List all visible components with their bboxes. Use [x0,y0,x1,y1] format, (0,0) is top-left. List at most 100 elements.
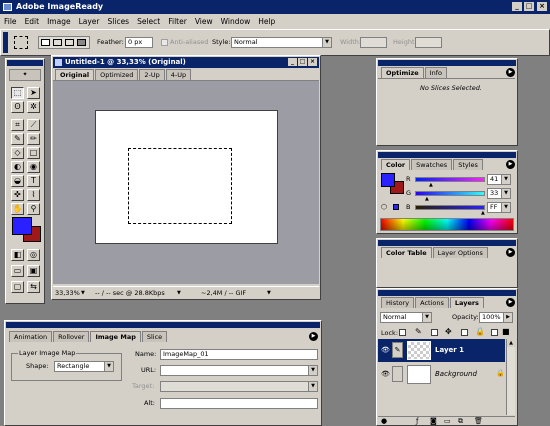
lock-move-icon[interactable]: ✥ [445,327,452,336]
menu-filter[interactable]: Filter [164,14,191,29]
link-box[interactable] [392,366,403,382]
hand-tool-icon[interactable]: ✋ [11,203,24,215]
style-select[interactable]: Normal ▼ [231,37,332,48]
height-input[interactable] [415,37,442,48]
tab-color[interactable]: Color [381,159,411,170]
zoom-level[interactable]: 33,33% [55,289,80,298]
target-input[interactable]: ▼ [160,381,318,392]
eraser-icon[interactable]: ◇ [11,147,24,159]
tab-slice[interactable]: Slice [141,331,168,342]
url-input[interactable]: ▼ [160,365,318,376]
lasso-tool-icon[interactable]: ʘ [11,101,24,113]
maximize-icon[interactable]: □ [524,2,534,11]
file-size[interactable]: ~2,4M / -- GIF [201,289,246,298]
tab-2-up[interactable]: 2-Up [139,69,165,80]
standard-mode-icon[interactable]: ◧ [11,249,24,261]
layer-style-icon[interactable]: ● [381,417,387,425]
adobe-logo-icon[interactable]: ✦ [9,69,41,81]
menu-help[interactable]: Help [254,14,279,29]
intersect-selection-icon[interactable] [77,39,86,46]
slice-tool-icon[interactable]: ⟋ [27,119,40,131]
menu-view[interactable]: View [191,14,217,29]
close-icon[interactable]: × [537,2,547,11]
marquee-preset-icon[interactable] [14,36,28,49]
pencil-icon[interactable]: ✏ [27,133,40,145]
feather-input[interactable]: 0 px [125,37,153,48]
tab-layers[interactable]: Layers [449,297,484,308]
paint-bucket-icon[interactable]: ◉ [27,161,40,173]
marquee-tool-icon[interactable]: ⬚ [11,87,24,99]
subtract-selection-icon[interactable] [65,39,74,46]
doc-minimize-icon[interactable]: _ [288,58,297,66]
tab-4-up[interactable]: 4-Up [165,69,192,80]
scroll-up-icon[interactable]: ▲ [507,339,515,347]
hand-crop-icon[interactable]: ✜ [11,189,24,201]
channel-b-input[interactable]: FF ▼ [487,202,511,213]
filesize-menu-chevron-icon[interactable]: ▼ [267,289,271,298]
gamut-warning-icon[interactable]: ⬡ [381,203,387,211]
quickmask-mode-icon[interactable]: ◎ [27,249,40,261]
width-input[interactable] [360,37,387,48]
move-tool-icon[interactable]: ➤ [27,87,40,99]
brush-link-icon[interactable]: ✎ [392,342,403,358]
tab-history[interactable]: History [381,297,415,308]
lock-all-box[interactable] [461,329,468,336]
tab-swatches[interactable]: Swatches [411,159,453,170]
doc-close-icon[interactable]: × [308,58,317,66]
minimize-icon[interactable]: _ [512,2,522,11]
lock-pixels-icon[interactable]: ✎ [415,327,422,336]
crop-tool-icon[interactable]: ⌗ [11,119,24,131]
menu-window[interactable]: Window [217,14,255,29]
paintbrush-icon[interactable]: ✎ [11,133,24,145]
full-screen-icon[interactable]: ▣ [27,265,40,277]
add-selection-icon[interactable] [53,39,62,46]
new-layer-icon[interactable]: ⧉ [458,417,463,426]
web-safe-swatch[interactable] [393,204,399,210]
blend-mode-select[interactable]: Normal ▼ [380,312,432,323]
channel-b-thumb[interactable]: ▲ [481,210,485,216]
zoom-tool-icon[interactable]: ⚲ [27,203,40,215]
canvas[interactable] [95,110,278,244]
menu-file[interactable]: File [0,14,21,29]
magic-wand-icon[interactable]: ✲ [27,101,40,113]
color-ramp[interactable] [380,218,514,231]
padlock-icon[interactable]: ■ [502,327,510,336]
foreground-color-swatch-front[interactable] [12,217,32,235]
zoom-menu-chevron-icon[interactable]: ▼ [81,289,85,298]
channel-r-thumb[interactable]: ▲ [429,182,433,188]
alt-input[interactable] [160,398,318,409]
download-time[interactable]: -- / -- sec @ 28.8Kbps [95,289,165,298]
menu-select[interactable]: Select [133,14,164,29]
panel-menu-icon[interactable]: ▶ [506,68,515,77]
visibility-eye-icon[interactable]: 👁 [381,346,390,354]
tab-info[interactable]: Info [424,67,448,78]
gradient-icon[interactable]: ◐ [11,161,24,173]
layer-row-layer-1[interactable]: 👁 ✎ Layer 1 [378,339,505,362]
tab-animation[interactable]: Animation [9,331,53,342]
layers-scrollbar[interactable]: ▲ [506,339,515,415]
screen-mode-icon[interactable]: ▭ [11,265,24,277]
channel-r-input[interactable]: 41 ▼ [487,174,511,185]
download-menu-chevron-icon[interactable]: ▼ [177,289,181,298]
eyedropper-icon[interactable]: ⌇ [27,189,40,201]
lock-icon[interactable]: 🔒 [475,327,485,336]
tab-layer-options[interactable]: Layer Options [432,247,488,258]
dodge-icon[interactable]: ◒ [11,175,24,187]
unify-box[interactable] [491,329,498,336]
channel-r-slider[interactable] [415,177,485,182]
shape-select[interactable]: Rectangle ▼ [54,361,114,372]
channel-g-thumb[interactable]: ▲ [425,196,429,202]
tab-actions[interactable]: Actions [415,297,449,308]
layer-row-background[interactable]: 👁 Background 🔒 [378,363,505,386]
doc-maximize-icon[interactable]: □ [298,58,307,66]
channel-g-input[interactable]: 33 ▼ [487,188,511,199]
tab-optimize[interactable]: Optimize [381,67,424,78]
channel-b-slider[interactable] [415,205,485,210]
tab-image-map[interactable]: Image Map [90,331,141,342]
rectangle-tool-icon[interactable]: □ [27,147,40,159]
tab-color-table[interactable]: Color Table [381,247,432,258]
antialiased-checkbox[interactable] [161,39,168,46]
panel-menu-icon[interactable]: ▶ [506,248,515,257]
menu-layer[interactable]: Layer [75,14,104,29]
preview-icon[interactable]: ▢ [11,281,24,293]
